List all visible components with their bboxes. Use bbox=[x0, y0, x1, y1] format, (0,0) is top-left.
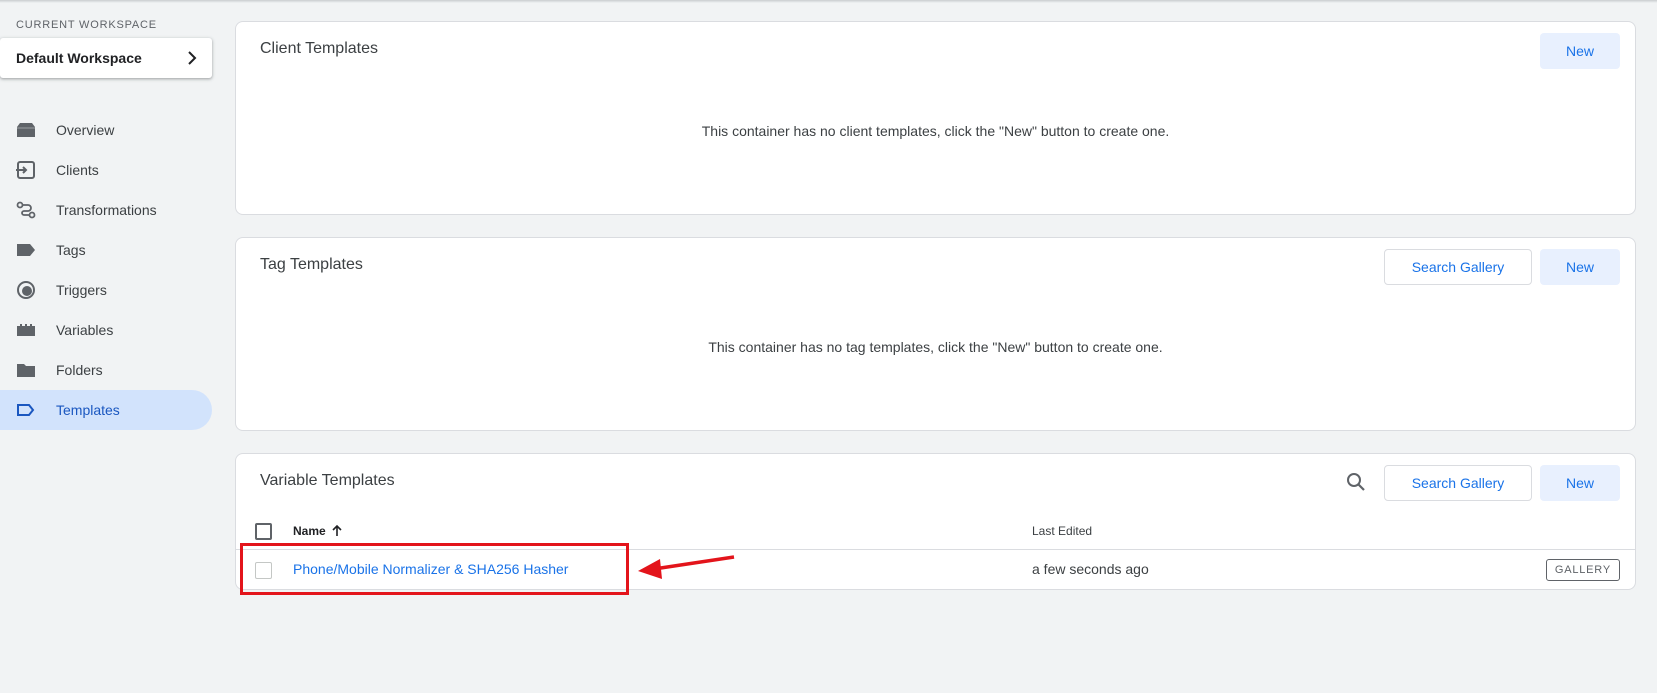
sidebar-item-label: Variables bbox=[56, 322, 114, 338]
folder-icon bbox=[16, 360, 36, 380]
sidebar-item-label: Overview bbox=[56, 122, 115, 138]
sidebar-item-label: Templates bbox=[56, 402, 120, 418]
overview-icon bbox=[16, 120, 36, 140]
search-button[interactable] bbox=[1340, 466, 1372, 498]
last-edited-value: a few seconds ago bbox=[1032, 561, 1149, 577]
new-variable-template-button[interactable]: New bbox=[1540, 465, 1620, 501]
sidebar-item-label: Folders bbox=[56, 362, 103, 378]
sidebar-item-templates[interactable]: Templates bbox=[0, 390, 212, 430]
sidebar-nav: Overview Clients Transformations Tags Tr… bbox=[0, 110, 212, 430]
card-title: Tag Templates bbox=[260, 256, 363, 273]
tag-templates-card: Tag Templates Search Gallery New This co… bbox=[235, 237, 1636, 431]
sidebar: CURRENT WORKSPACE Default Workspace Over… bbox=[0, 0, 222, 693]
top-shadow bbox=[0, 0, 1657, 3]
sidebar-item-triggers[interactable]: Triggers bbox=[0, 270, 212, 310]
workspace-selector[interactable]: Default Workspace bbox=[0, 38, 212, 78]
templates-icon bbox=[16, 400, 36, 420]
variables-icon bbox=[16, 320, 36, 340]
sidebar-item-overview[interactable]: Overview bbox=[0, 110, 212, 150]
variable-search-gallery-button[interactable]: Search Gallery bbox=[1384, 465, 1532, 501]
transformations-icon bbox=[16, 200, 36, 220]
annotation-arrow-icon bbox=[638, 555, 735, 579]
card-title: Client Templates bbox=[260, 40, 378, 57]
sidebar-item-folders[interactable]: Folders bbox=[0, 350, 212, 390]
sidebar-item-transformations[interactable]: Transformations bbox=[0, 190, 212, 230]
select-all-checkbox[interactable] bbox=[255, 523, 272, 540]
gallery-badge: GALLERY bbox=[1545, 559, 1620, 581]
empty-message: This container has no tag templates, cli… bbox=[708, 339, 1163, 355]
column-header-name[interactable]: Name bbox=[293, 524, 344, 538]
workspace-label: CURRENT WORKSPACE bbox=[16, 19, 157, 31]
empty-message: This container has no client templates, … bbox=[701, 123, 1170, 139]
column-header-label: Name bbox=[293, 524, 326, 538]
new-tag-template-button[interactable]: New bbox=[1540, 249, 1620, 285]
sidebar-item-label: Triggers bbox=[56, 282, 107, 298]
tag-icon bbox=[16, 240, 36, 260]
arrow-up-icon bbox=[332, 524, 342, 536]
clients-icon bbox=[16, 160, 36, 180]
workspace-name: Default Workspace bbox=[16, 50, 142, 66]
client-templates-card: Client Templates New This container has … bbox=[235, 21, 1636, 215]
triggers-icon bbox=[16, 280, 36, 300]
card-title: Variable Templates bbox=[260, 472, 395, 489]
sidebar-item-variables[interactable]: Variables bbox=[0, 310, 212, 350]
chevron-right-icon bbox=[188, 51, 197, 65]
search-icon bbox=[1347, 473, 1365, 491]
sidebar-item-label: Tags bbox=[56, 242, 86, 258]
sidebar-item-tags[interactable]: Tags bbox=[0, 230, 212, 270]
sidebar-item-label: Clients bbox=[56, 162, 99, 178]
annotation-highlight-box bbox=[240, 543, 629, 595]
column-header-last-edited[interactable]: Last Edited bbox=[1032, 524, 1092, 538]
sidebar-item-label: Transformations bbox=[56, 202, 157, 218]
new-client-template-button[interactable]: New bbox=[1540, 33, 1620, 69]
sidebar-item-clients[interactable]: Clients bbox=[0, 150, 212, 190]
tag-search-gallery-button[interactable]: Search Gallery bbox=[1384, 249, 1532, 285]
